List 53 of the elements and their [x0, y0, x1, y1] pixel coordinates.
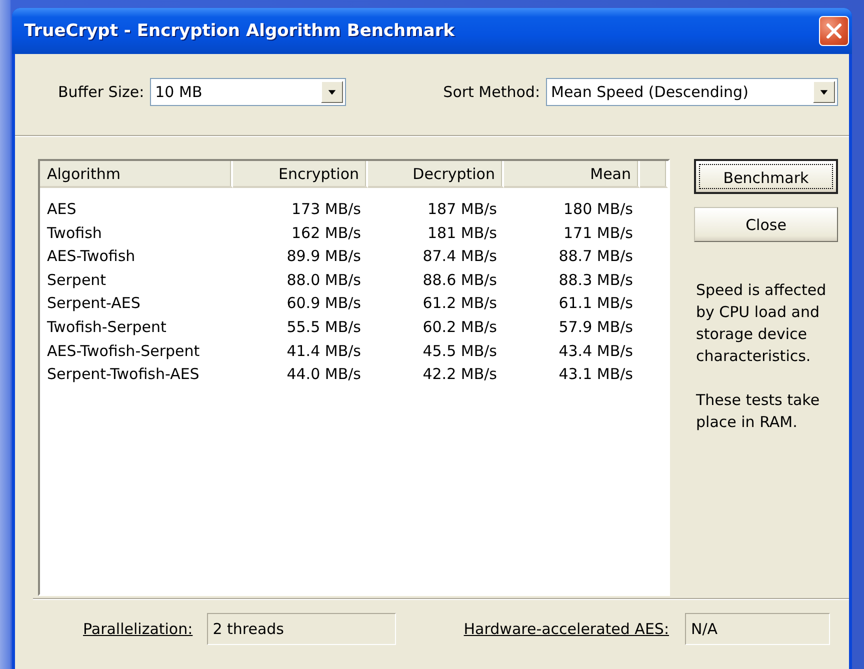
table-cell-text: 45.5 MB/s — [422, 340, 498, 362]
table-cell-text: 88.3 MB/s — [558, 270, 634, 291]
sort-method-dropdown[interactable]: Mean Speed (Descending) — [546, 78, 838, 106]
table-cell-text: AES — [46, 199, 78, 220]
table-cell-text: 89.9 MB/s — [286, 246, 362, 268]
table-cell-text: 187 MB/s — [426, 199, 498, 220]
table-cell-text: AES-Twofish-Serpent — [46, 340, 201, 362]
table-cell-text: 57.9 MB/s — [558, 316, 634, 338]
table-cell-text: 87.4 MB/s — [422, 246, 498, 268]
column-header[interactable]: Algorithm — [40, 161, 233, 188]
table-cell-text: Twofish — [46, 222, 103, 244]
column-header-filler — [640, 161, 668, 188]
table-cell-text: 44.0 MB/s — [286, 364, 362, 386]
parallelization-field: 2 threads — [206, 613, 396, 645]
table-cell-text: 43.4 MB/s — [558, 340, 634, 362]
table-cell-text: 61.1 MB/s — [558, 293, 634, 314]
table-cell-text: Serpent-AES — [46, 293, 142, 314]
table-cell-text: Twofish-Serpent — [46, 316, 168, 338]
table-cell-text: 181 MB/s — [426, 222, 498, 244]
info-text: These tests take place in RAM. — [696, 390, 821, 433]
close-button[interactable] — [819, 16, 849, 46]
table-cell-text: 43.1 MB/s — [558, 364, 634, 386]
hardware-aes-label: Hardware-accelerated AES: — [464, 620, 669, 638]
table-cell-text: 88.6 MB/s — [422, 270, 498, 291]
hardware-aes-field: N/A — [685, 613, 830, 645]
table-cell-text: Serpent — [46, 270, 108, 291]
benchmark-button[interactable]: Benchmark — [694, 159, 838, 194]
table-cell-text: 41.4 MB/s — [286, 340, 362, 362]
table-cell-text: 173 MB/s — [290, 199, 362, 220]
table-cell-text: 61.2 MB/s — [422, 293, 498, 314]
table-cell-text: 60.2 MB/s — [422, 316, 498, 338]
table-cell-text: 88.0 MB/s — [286, 270, 362, 291]
table-cell-text: 42.2 MB/s — [422, 364, 498, 386]
table-cell-text: AES-Twofish — [46, 246, 136, 268]
table-cell-text: 162 MB/s — [290, 222, 362, 244]
table-cell-text: 60.9 MB/s — [286, 293, 362, 314]
table-cell-text: Serpent-Twofish-AES — [46, 364, 200, 386]
column-header[interactable]: Decryption — [368, 161, 504, 188]
table-cell-text: 180 MB/s — [562, 199, 634, 220]
buffer-size-dropdown[interactable]: 10 MB — [150, 78, 346, 106]
close-dialog-button[interactable]: Close — [694, 207, 838, 242]
table-cell-text: 55.5 MB/s — [286, 316, 362, 338]
column-header[interactable]: Encryption — [233, 161, 368, 188]
close-icon — [825, 22, 843, 40]
info-text: Speed is affected by CPU load and storage device characteristics. — [696, 280, 828, 367]
column-header[interactable]: Mean — [504, 161, 640, 188]
window-title: TrueCrypt - Encryption Algorithm Benchmark — [24, 21, 455, 41]
table-cell-text: 88.7 MB/s — [558, 246, 634, 268]
sort-method-label: Sort Method: — [443, 82, 540, 100]
table-cell-text: 171 MB/s — [562, 222, 634, 244]
buffer-size-label: Buffer Size: — [58, 82, 144, 100]
benchmark-list[interactable] — [38, 159, 670, 596]
parallelization-label: Parallelization: — [83, 620, 193, 638]
